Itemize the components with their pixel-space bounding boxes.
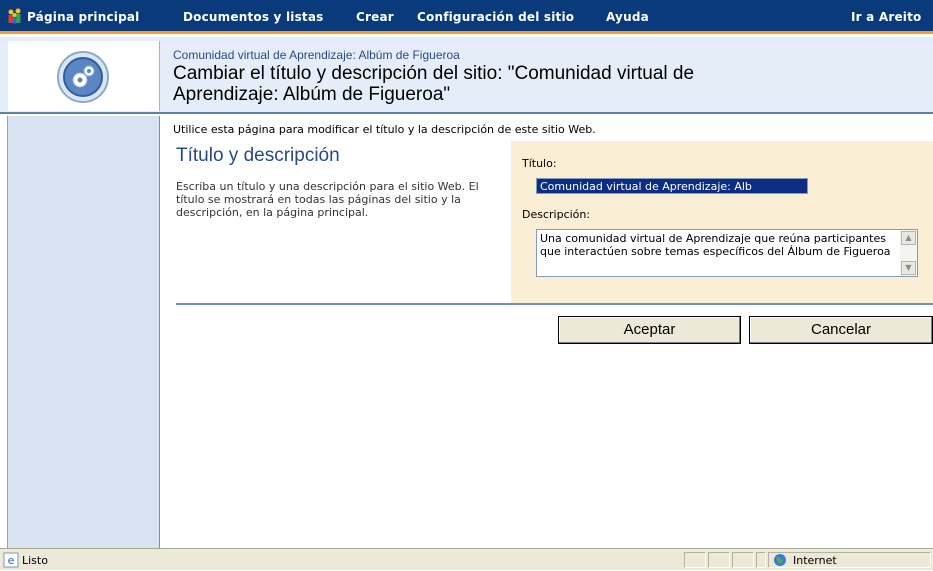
scroll-down-icon[interactable]: ▼ (901, 261, 916, 275)
page-header: Comunidad virtual de Aprendizaje: Albúm … (0, 37, 933, 114)
globe-icon (773, 553, 787, 570)
nav-help-link[interactable]: Ayuda (606, 10, 649, 24)
description-text: Una comunidad virtual de Aprendizaje que… (540, 232, 891, 258)
intro-text: Utilice esta página para modificar el tí… (173, 123, 596, 136)
cancel-button[interactable]: Cancelar (749, 316, 933, 344)
section-description: Escriba un título y una descripción para… (176, 180, 479, 219)
status-cell-3 (732, 552, 754, 568)
nav-create-link[interactable]: Crear (356, 10, 394, 24)
security-zone: Internet (768, 552, 931, 568)
title-input[interactable]: Comunidad virtual de Aprendizaje: Alb (536, 178, 808, 194)
description-scrollbar[interactable]: ▲ ▼ (900, 230, 917, 276)
nav-site-settings-link[interactable]: Configuración del sitio (417, 10, 574, 24)
zone-label: Internet (793, 554, 837, 567)
left-nav-column (8, 116, 160, 548)
description-label: Descripción: (522, 208, 591, 221)
people-icon (6, 7, 24, 28)
nav-goto-areito-link[interactable]: Ir a Areito (851, 10, 921, 24)
scroll-up-icon[interactable]: ▲ (901, 231, 916, 245)
form-panel (511, 141, 933, 303)
page-title: Cambiar el título y descripción del siti… (173, 63, 893, 105)
status-cell-1 (684, 552, 706, 568)
ie-page-icon: e (3, 552, 19, 571)
title-label: Título: (522, 157, 557, 170)
breadcrumb[interactable]: Comunidad virtual de Aprendizaje: Albúm … (173, 48, 460, 62)
left-edge (0, 116, 8, 548)
ok-button[interactable]: Aceptar (558, 316, 741, 344)
page-title-line2: Aprendizaje: Albúm de Figueroa" (173, 84, 451, 105)
status-cell-2 (708, 552, 730, 568)
nav-documents-link[interactable]: Documentos y listas (183, 10, 324, 24)
site-settings-logo-icon (55, 49, 111, 109)
svg-text:e: e (8, 554, 15, 567)
top-nav-bar: Página principal Documentos y listas Cre… (0, 0, 933, 34)
page-title-line1: Cambiar el título y descripción del siti… (173, 63, 695, 84)
status-bar: e Listo Internet (0, 548, 933, 570)
logo-box (8, 41, 160, 111)
status-cell-4 (756, 552, 766, 568)
section-title: Título y descripción (176, 145, 340, 166)
status-text: Listo (22, 554, 48, 567)
description-textarea[interactable]: Una comunidad virtual de Aprendizaje que… (536, 229, 918, 277)
section-divider (176, 303, 933, 305)
nav-home-link[interactable]: Página principal (27, 10, 139, 24)
